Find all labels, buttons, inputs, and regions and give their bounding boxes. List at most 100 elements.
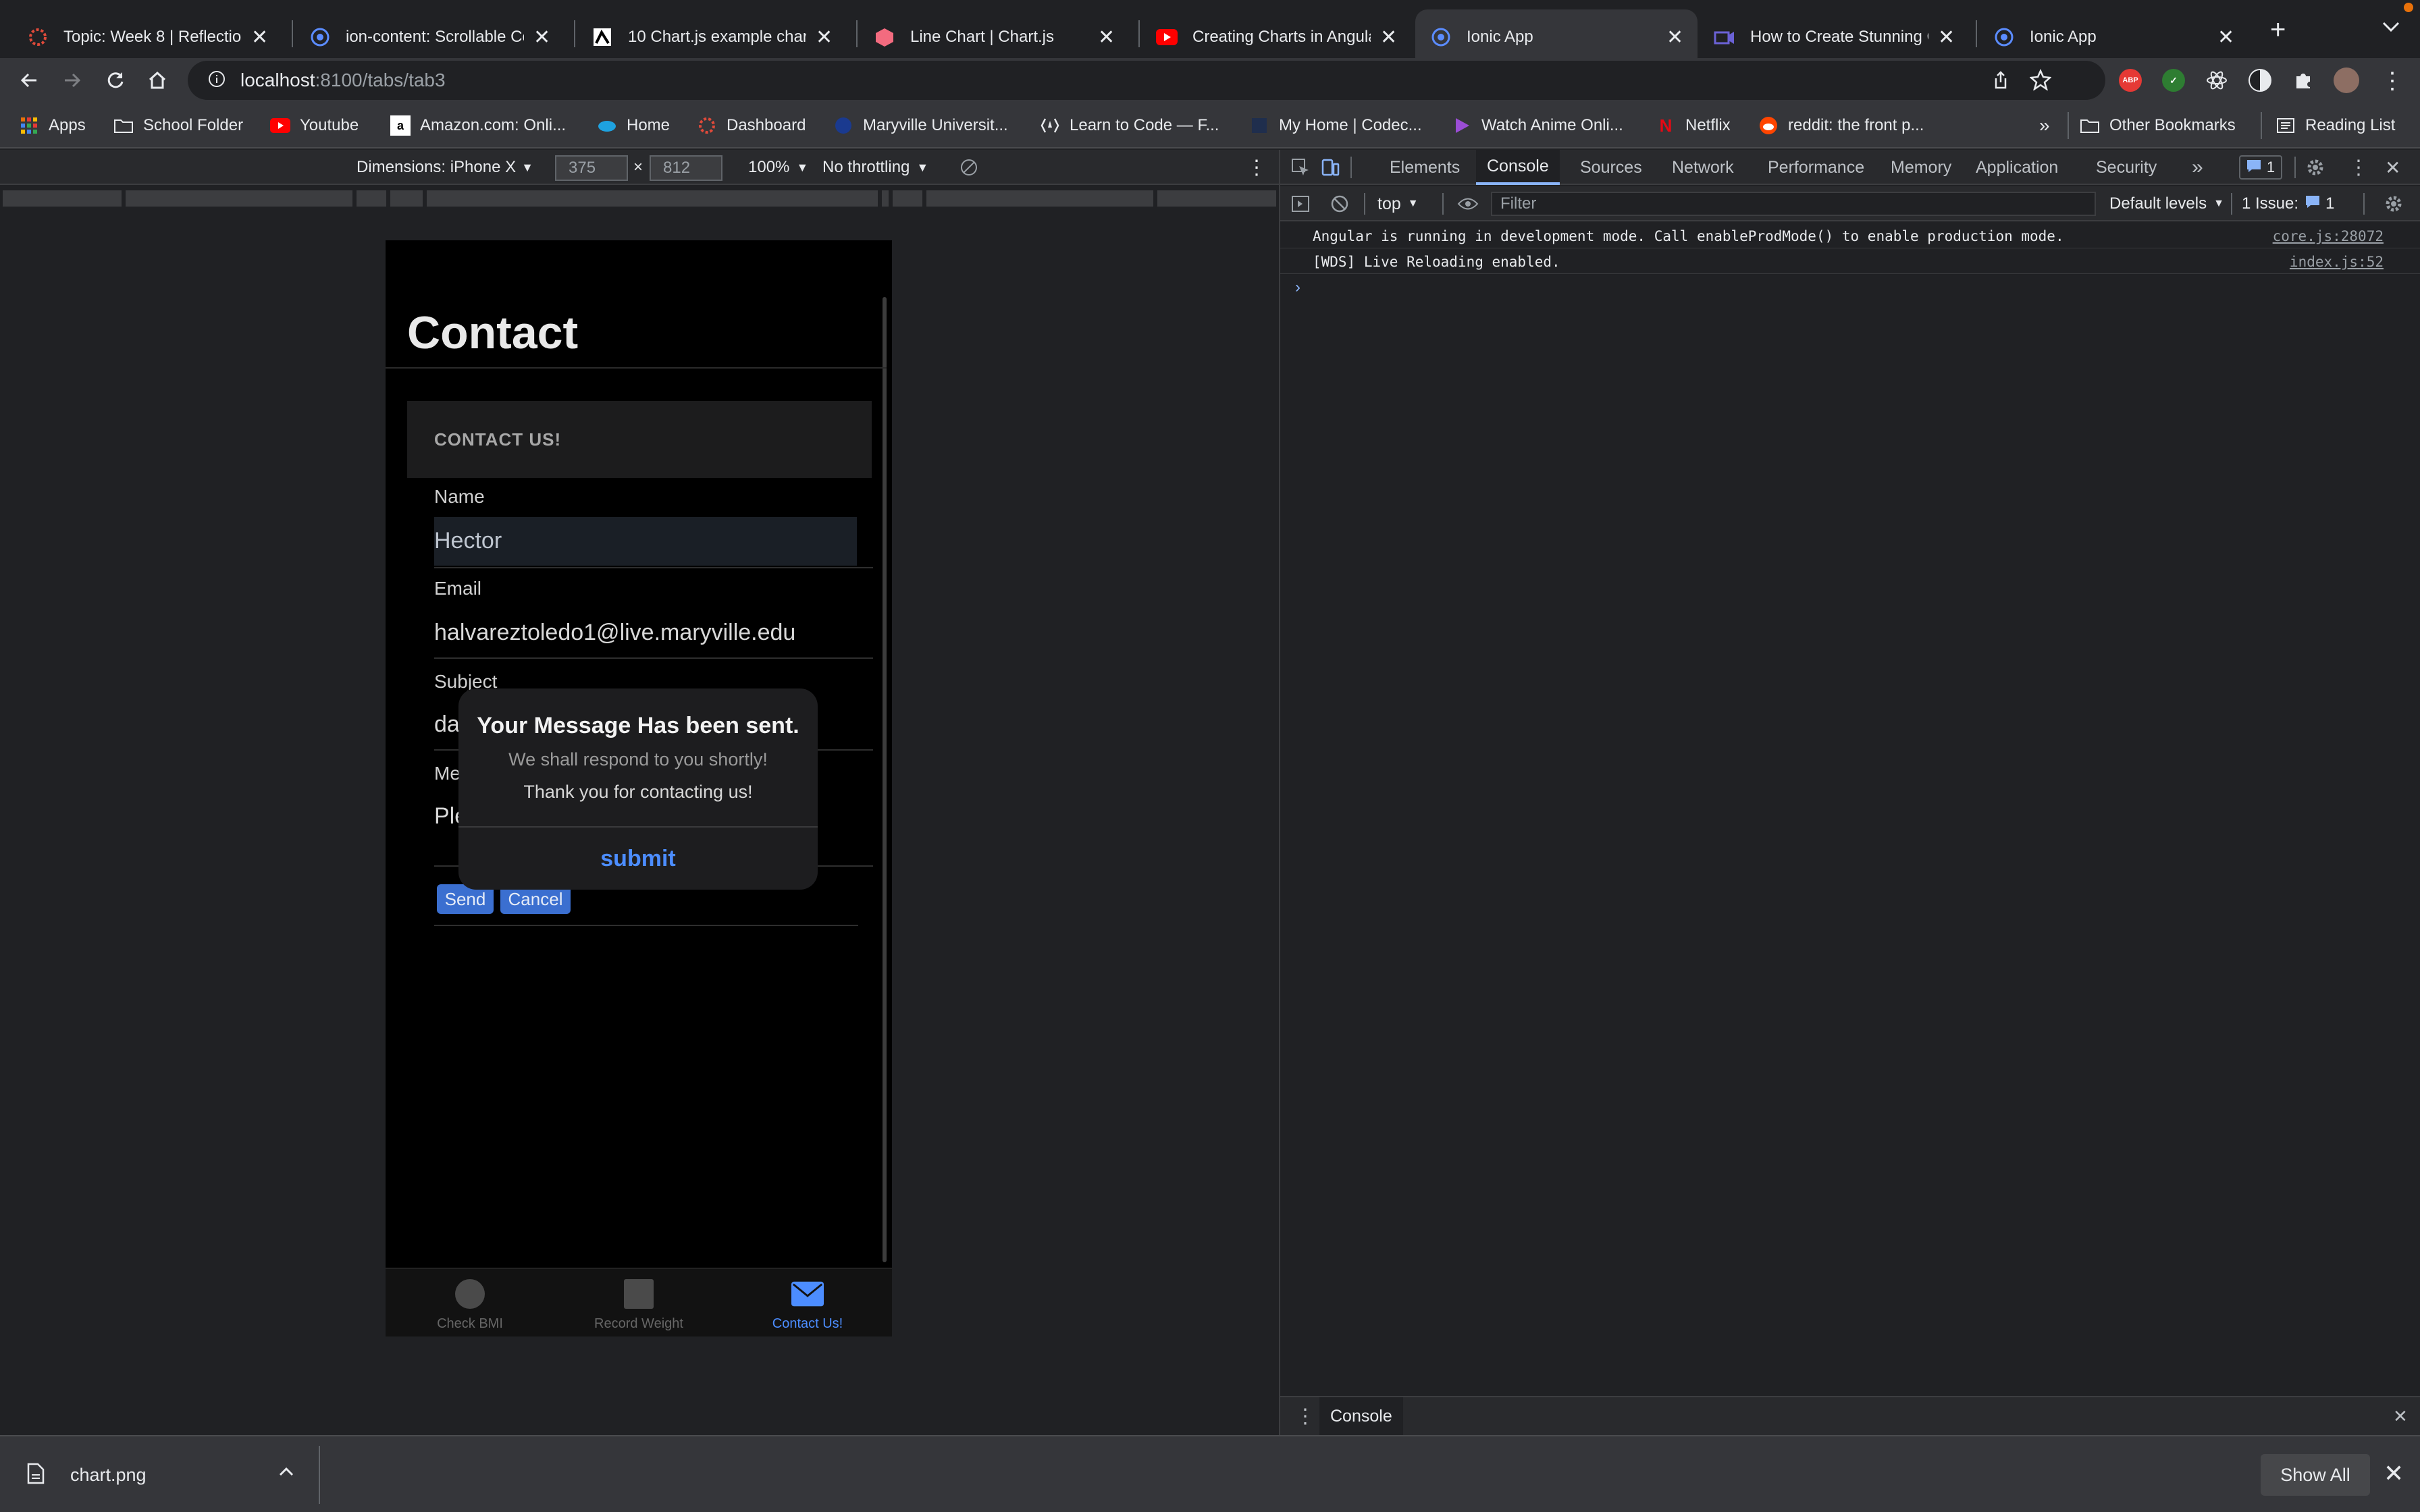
close-icon[interactable]: ✕: [533, 26, 550, 49]
download-item[interactable]: chart.png: [27, 1451, 311, 1498]
device-toggle-icon[interactable]: [1321, 150, 1340, 185]
browser-tab[interactable]: Ionic App ✕: [1978, 9, 2248, 65]
close-devtools-icon[interactable]: ✕: [2385, 150, 2400, 185]
browser-tab[interactable]: 10 Chart.js example chart ✕: [577, 9, 847, 65]
tab-check-bmi[interactable]: Check BMI: [386, 1269, 554, 1336]
alert-submit-button[interactable]: submit: [458, 828, 818, 890]
console-source-link[interactable]: core.js:28072: [2273, 228, 2384, 244]
chevron-up-icon[interactable]: [278, 1465, 294, 1482]
share-icon[interactable]: [1991, 70, 2011, 94]
bookmark-item[interactable]: reddit: the front p...: [1758, 103, 1924, 148]
info-icon[interactable]: [208, 70, 226, 91]
new-tab-icon[interactable]: +: [2270, 15, 2286, 45]
issues-link[interactable]: 1 Issue: 1: [2242, 186, 2334, 221]
tab-contact-us[interactable]: Contact Us!: [723, 1269, 892, 1336]
browser-tab[interactable]: Creating Charts in Angular ✕: [1141, 9, 1411, 65]
inspect-element-icon[interactable]: [1291, 150, 1310, 185]
throttling-select[interactable]: No throttling ▼: [822, 150, 928, 185]
shelf-separator: [319, 1446, 320, 1504]
close-icon[interactable]: ✕: [1938, 26, 1955, 49]
adblock-icon[interactable]: ABP: [2119, 69, 2142, 92]
extensions-puzzle-icon[interactable]: [2292, 69, 2315, 92]
viewport-width-input[interactable]: 375: [555, 155, 628, 181]
tab-sources[interactable]: Sources: [1580, 150, 1642, 185]
browser-tab[interactable]: How to Create Stunning C ✕: [1699, 9, 1969, 65]
home-icon[interactable]: [139, 62, 176, 99]
device-select[interactable]: Dimensions: iPhone X ▼: [357, 150, 533, 185]
settings-gear-icon[interactable]: [2305, 150, 2325, 185]
close-icon[interactable]: ✕: [1666, 26, 1683, 49]
tab-security[interactable]: Security: [2096, 150, 2157, 185]
bookmark-star-icon[interactable]: [2029, 68, 2052, 94]
react-devtools-icon[interactable]: [2205, 69, 2228, 92]
tab-memory[interactable]: Memory: [1891, 150, 1951, 185]
bookmark-item[interactable]: My Home | Codec...: [1249, 103, 1422, 148]
rotate-icon[interactable]: [959, 150, 979, 185]
drawer-menu-icon[interactable]: ⋮: [1295, 1397, 1315, 1435]
close-icon[interactable]: ✕: [2217, 26, 2234, 49]
name-input[interactable]: Hector: [434, 528, 502, 554]
devtools-menu-icon[interactable]: ⋮: [2348, 150, 2369, 185]
tab-console[interactable]: Console: [1476, 150, 1560, 185]
tab-record-weight[interactable]: Record Weight: [554, 1269, 723, 1336]
browser-tab-active[interactable]: Ionic App ✕: [1415, 9, 1698, 65]
log-levels-select[interactable]: Default levels ▼: [2109, 186, 2224, 221]
tab-performance[interactable]: Performance: [1768, 150, 1864, 185]
bookmark-item[interactable]: Learn to Code — F...: [1040, 103, 1219, 148]
console-prompt-icon[interactable]: ›: [1295, 278, 1300, 297]
console-filter-input[interactable]: Filter: [1491, 192, 2096, 216]
address-bar[interactable]: localhost:8100/tabs/tab3: [188, 61, 2105, 100]
close-icon[interactable]: ✕: [2384, 1459, 2404, 1488]
close-icon[interactable]: ✕: [1380, 26, 1397, 49]
profile-avatar[interactable]: [2334, 68, 2359, 93]
show-all-button[interactable]: Show All: [2261, 1454, 2370, 1496]
bookmark-item[interactable]: N Netflix: [1656, 103, 1731, 148]
live-expression-eye-icon[interactable]: [1457, 186, 1479, 221]
forward-icon[interactable]: [54, 62, 90, 99]
issues-badge[interactable]: 1: [2239, 155, 2282, 180]
browser-menu-icon[interactable]: ⋮: [2381, 68, 2404, 94]
console-source-link[interactable]: index.js:52: [2290, 254, 2384, 270]
back-icon[interactable]: [11, 62, 47, 99]
tab-search-icon[interactable]: [2381, 19, 2401, 38]
ionic-icon: [309, 26, 331, 48]
bookmark-item[interactable]: a Amazon.com: Onli...: [390, 103, 566, 148]
tab-application[interactable]: Application: [1976, 150, 2058, 185]
drawer-tab-console[interactable]: Console: [1319, 1397, 1403, 1435]
bookmark-item[interactable]: Watch Anime Onli...: [1452, 103, 1623, 148]
dark-mode-extension-icon[interactable]: [2248, 69, 2271, 92]
bookmark-item[interactable]: Maryville Universit...: [833, 103, 1008, 148]
context-select[interactable]: top ▼: [1377, 186, 1419, 221]
more-tabs-button[interactable]: »: [2192, 150, 2203, 185]
tab-separator: [1138, 20, 1140, 47]
bookmark-item[interactable]: School Folder: [113, 103, 243, 148]
scrollbar[interactable]: [883, 297, 887, 1262]
caret-down-icon: ▼: [521, 160, 533, 174]
bookmark-apps[interactable]: Apps: [19, 103, 86, 148]
close-icon[interactable]: ✕: [816, 26, 833, 49]
reload-icon[interactable]: [97, 62, 134, 99]
zoom-select[interactable]: 100% ▼: [748, 150, 808, 185]
tab-network[interactable]: Network: [1672, 150, 1734, 185]
close-icon[interactable]: ✕: [251, 26, 268, 49]
browser-tab[interactable]: Line Chart | Chart.js ✕: [859, 9, 1129, 65]
grammar-extension-icon[interactable]: ✓: [2162, 69, 2185, 92]
bookmark-item[interactable]: Home: [597, 103, 670, 148]
device-more-icon[interactable]: ⋮: [1246, 150, 1267, 185]
email-input[interactable]: halvareztoledo1@live.maryville.edu: [434, 620, 795, 646]
tab-elements[interactable]: Elements: [1390, 150, 1460, 185]
browser-tab[interactable]: ion-content: Scrollable Co ✕: [294, 9, 564, 65]
subject-input[interactable]: da: [434, 711, 460, 738]
clear-console-icon[interactable]: [1330, 186, 1349, 221]
close-drawer-icon[interactable]: ✕: [2393, 1397, 2408, 1435]
sidebar-toggle-icon[interactable]: [1291, 186, 1310, 221]
viewport-height-input[interactable]: 812: [650, 155, 722, 181]
browser-tab[interactable]: Topic: Week 8 | Reflection ✕: [12, 9, 282, 65]
close-icon[interactable]: ✕: [1098, 26, 1115, 49]
bookmarks-overflow-button[interactable]: »: [2039, 103, 2050, 148]
console-settings-icon[interactable]: [2384, 186, 2404, 221]
bookmark-item[interactable]: Dashboard: [697, 103, 806, 148]
reading-list[interactable]: Reading List: [2276, 103, 2395, 148]
other-bookmarks[interactable]: Other Bookmarks: [2080, 103, 2236, 148]
bookmark-item[interactable]: Youtube: [270, 103, 359, 148]
